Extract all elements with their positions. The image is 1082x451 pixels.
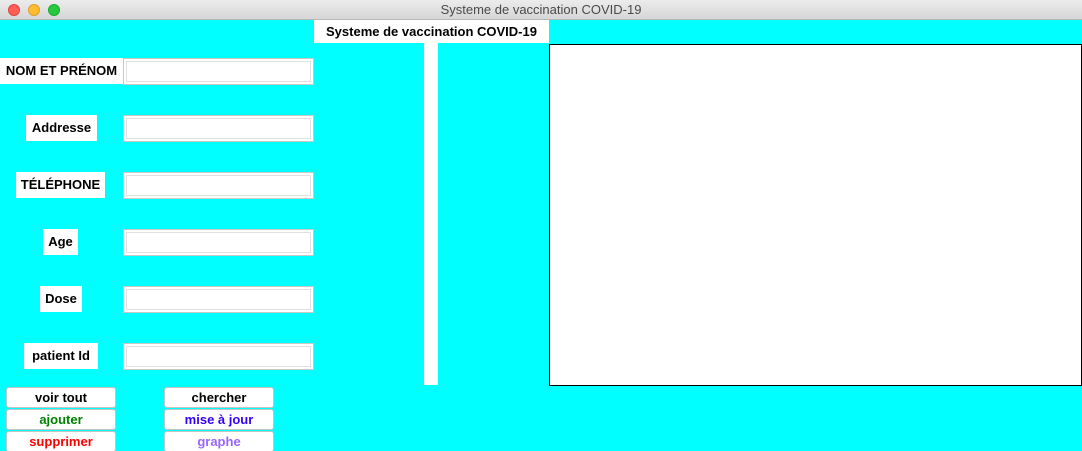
age-field-frame xyxy=(123,229,314,256)
age-field[interactable] xyxy=(126,232,311,253)
dose-label: Dose xyxy=(40,286,82,312)
supprimer-button[interactable]: supprimer xyxy=(6,431,116,451)
title-bar: Systeme de vaccination COVID-19 xyxy=(0,0,1082,20)
phone-field[interactable] xyxy=(126,175,311,196)
app-window: Systeme de vaccination COVID-19 Systeme … xyxy=(0,0,1082,451)
phone-label: TÉLÉPHONE xyxy=(16,172,105,198)
name-label: NOM ET PRÉNOM xyxy=(0,58,123,84)
age-label: Age xyxy=(43,229,78,255)
address-field-frame xyxy=(123,115,314,142)
window-title: Systeme de vaccination COVID-19 xyxy=(440,2,642,17)
patient-listbox[interactable] xyxy=(549,44,1082,386)
mise-a-jour-button[interactable]: mise à jour xyxy=(164,409,274,430)
app-header-label: Systeme de vaccination COVID-19 xyxy=(314,20,549,43)
name-field-frame xyxy=(123,58,314,85)
name-field[interactable] xyxy=(126,61,311,82)
dose-field-frame xyxy=(123,286,314,313)
graphe-button[interactable]: graphe xyxy=(164,431,274,451)
voir-tout-button[interactable]: voir tout xyxy=(6,387,116,408)
address-label: Addresse xyxy=(26,115,97,141)
phone-field-frame xyxy=(123,172,314,199)
patient-id-field[interactable] xyxy=(126,346,311,367)
ajouter-button[interactable]: ajouter xyxy=(6,409,116,430)
address-field[interactable] xyxy=(126,118,311,139)
patient-id-field-frame xyxy=(123,343,314,370)
chercher-button[interactable]: chercher xyxy=(164,387,274,408)
dose-field[interactable] xyxy=(126,289,311,310)
patient-id-label: patient Id xyxy=(24,343,98,369)
list-scrollbar[interactable] xyxy=(424,43,438,385)
